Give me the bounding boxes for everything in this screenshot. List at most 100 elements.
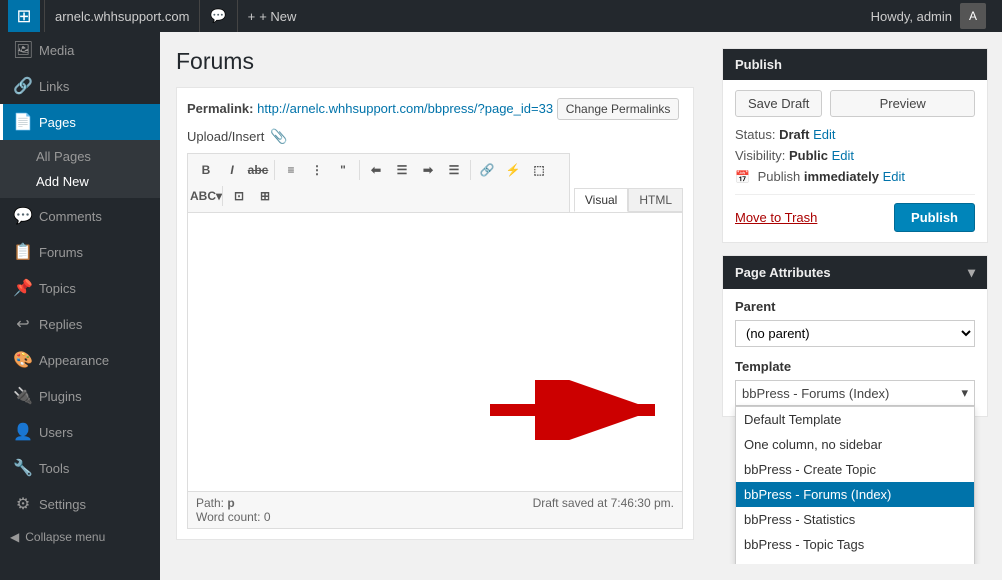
status-edit-link[interactable]: Edit (813, 127, 835, 142)
publish-panel-header: Publish (723, 49, 987, 80)
comment-icon: 💬 (210, 8, 226, 24)
unordered-list-button[interactable]: ≡ (279, 158, 303, 182)
pages-icon: 📄 (13, 112, 33, 132)
footer-row: Path: p Draft saved at 7:46:30 pm. (196, 496, 674, 510)
template-option-default[interactable]: Default Template (736, 407, 974, 432)
sidebar-item-add-new[interactable]: Add New (0, 169, 160, 194)
word-count: Word count: 0 (196, 510, 271, 524)
page-attributes-header: Page Attributes ▾ (723, 256, 987, 289)
html-tab[interactable]: HTML (628, 188, 683, 212)
topics-icon: 📌 (13, 278, 33, 298)
align-left-button[interactable]: ⬅ (364, 158, 388, 182)
publish-bottom: Move to Trash Publish (735, 194, 975, 232)
collapse-menu[interactable]: ◀ Collapse menu (0, 522, 160, 552)
justify-button[interactable]: ☰ (442, 158, 466, 182)
template-option-topic-tags[interactable]: bbPress - Topic Tags (736, 532, 974, 557)
align-center-button[interactable]: ☰ (390, 158, 414, 182)
sidebar-item-replies[interactable]: ↩ Replies (0, 306, 160, 342)
sidebar-item-topics[interactable]: 📌 Topics (0, 270, 160, 306)
template-option-one-column[interactable]: One column, no sidebar (736, 432, 974, 457)
collapse-icon: ◀ (10, 530, 19, 544)
comments-link[interactable]: 💬 (199, 0, 236, 32)
wp-logo[interactable]: ⊞ (8, 0, 40, 32)
editor-footer: Path: p Draft saved at 7:46:30 pm. Word … (187, 492, 683, 529)
publish-button[interactable]: Publish (894, 203, 975, 232)
visual-tab[interactable]: Visual (574, 188, 628, 212)
main-layout: 🖼 Media 🔗 Links 📄 Pages All Pages Add Ne… (0, 32, 1002, 580)
sep2 (359, 160, 360, 180)
plus-icon: + (248, 9, 256, 24)
sep1 (274, 160, 275, 180)
right-panel: Publish Save Draft Preview Status: Draft… (708, 48, 988, 564)
preview-button[interactable]: Preview (830, 90, 975, 117)
permalink-url[interactable]: http://arnelc.whhsupport.com/bbpress/?pa… (257, 101, 553, 116)
sidebar-item-appearance[interactable]: 🎨 Appearance (0, 342, 160, 378)
kitchen-sink-button[interactable]: ⊞ (253, 184, 277, 208)
comments-icon: 💬 (13, 206, 33, 226)
sep4 (222, 186, 223, 206)
new-button[interactable]: + + New (237, 0, 307, 32)
sidebar-item-pages[interactable]: 📄 Pages (0, 104, 160, 140)
sidebar-item-tools[interactable]: 🔧 Tools (0, 450, 160, 486)
template-select-button[interactable]: bbPress - Forums (Index) ▾ (735, 380, 975, 406)
template-option-statistics[interactable]: bbPress - Statistics (736, 507, 974, 532)
blockquote-button[interactable]: " (331, 158, 355, 182)
bold-button[interactable]: B (194, 158, 218, 182)
plugins-icon: 🔌 (13, 386, 33, 406)
move-to-trash-button[interactable]: Move to Trash (735, 210, 817, 225)
dropdown-arrow-icon: ▾ (961, 385, 968, 401)
editor-tabs: Visual HTML (574, 188, 683, 212)
sidebar-item-plugins[interactable]: 🔌 Plugins (0, 378, 160, 414)
word-count-row: Word count: 0 (196, 510, 674, 524)
parent-select[interactable]: (no parent) (735, 320, 975, 347)
page-title: Forums (176, 48, 694, 75)
visibility-edit-link[interactable]: Edit (832, 148, 854, 163)
media-icon: 🖼 (13, 40, 33, 60)
permalink-row: Permalink: http://arnelc.whhsupport.com/… (187, 98, 683, 120)
sidebar-item-all-pages[interactable]: All Pages (0, 144, 160, 169)
sidebar-item-media[interactable]: 🖼 Media (0, 32, 160, 68)
calendar-icon: 📅 (735, 170, 750, 184)
links-icon: 🔗 (13, 76, 33, 96)
draft-saved-info: Draft saved at 7:46:30 pm. (533, 496, 674, 510)
publish-panel-body: Save Draft Preview Status: Draft Edit Vi… (723, 80, 987, 242)
template-dropdown: bbPress - Forums (Index) ▾ Default Templ… (735, 380, 975, 406)
fullscreen-button[interactable]: ⊡ (227, 184, 251, 208)
template-option-forums-index[interactable]: bbPress - Forums (Index) (736, 482, 974, 507)
appearance-icon: 🎨 (13, 350, 33, 370)
align-right-button[interactable]: ➡ (416, 158, 440, 182)
upload-row: Upload/Insert 📎 (187, 128, 683, 145)
upload-icon[interactable]: 📎 (270, 128, 287, 145)
template-dropdown-list: Default Template One column, no sidebar … (735, 406, 975, 564)
user-menu[interactable]: Howdy, admin A (863, 3, 994, 29)
sidebar-item-links[interactable]: 🔗 Links (0, 68, 160, 104)
editor-toolbar: B I abc ≡ ⋮ " ⬅ ☰ ➡ ☰ (187, 153, 570, 212)
page-attributes-body: Parent (no parent) Template bbPress - Fo… (723, 289, 987, 416)
sidebar: 🖼 Media 🔗 Links 📄 Pages All Pages Add Ne… (0, 32, 160, 580)
sidebar-item-forums[interactable]: 📋 Forums (0, 234, 160, 270)
avatar: A (960, 3, 986, 29)
ordered-list-button[interactable]: ⋮ (305, 158, 329, 182)
path-info: Path: p (196, 496, 235, 510)
settings-icon: ⚙ (13, 494, 33, 514)
site-name[interactable]: arnelc.whhsupport.com (44, 0, 199, 32)
sidebar-item-users[interactable]: 👤 Users (0, 414, 160, 450)
change-permalinks-button[interactable]: Change Permalinks (557, 98, 680, 120)
link-button[interactable]: 🔗 (475, 158, 499, 182)
sidebar-item-settings[interactable]: ⚙ Settings (0, 486, 160, 522)
spell-check-button[interactable]: ABC▾ (194, 184, 218, 208)
template-label: Template (735, 359, 975, 374)
publish-actions: Save Draft Preview (735, 90, 975, 117)
strikethrough-button[interactable]: abc (246, 158, 270, 182)
template-option-topics-newest[interactable]: bbPress - Topics (Newest) (736, 557, 974, 564)
publish-timing-edit-link[interactable]: Edit (883, 169, 905, 184)
tools-icon: 🔧 (13, 458, 33, 478)
editor-body[interactable] (187, 212, 683, 492)
italic-button[interactable]: I (220, 158, 244, 182)
sidebar-item-comments[interactable]: 💬 Comments (0, 198, 160, 234)
replies-icon: ↩ (13, 314, 33, 334)
template-option-create-topic[interactable]: bbPress - Create Topic (736, 457, 974, 482)
unlink-button[interactable]: ⚡ (501, 158, 525, 182)
save-draft-button[interactable]: Save Draft (735, 90, 822, 117)
insert-button[interactable]: ⬚ (527, 158, 551, 182)
